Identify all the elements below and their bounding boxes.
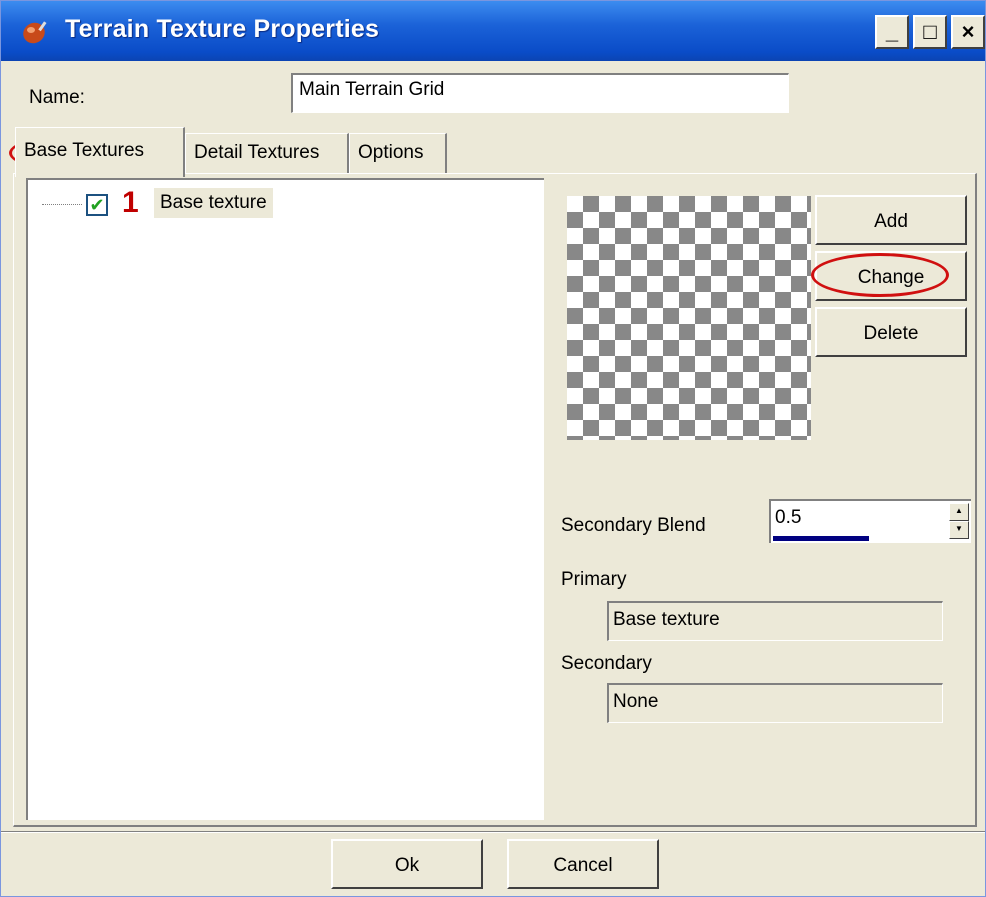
- maximize-icon: □: [923, 19, 937, 44]
- primary-field: Base texture: [607, 601, 943, 641]
- footer-divider: [1, 831, 985, 833]
- window-title: Terrain Texture Properties: [65, 15, 380, 43]
- primary-value: Base texture: [613, 609, 720, 630]
- spin-down-icon[interactable]: ▼: [949, 521, 969, 539]
- delete-button[interactable]: Delete: [815, 307, 967, 357]
- name-input-value: Main Terrain Grid: [299, 79, 445, 100]
- checkerboard-preview: [567, 196, 811, 440]
- tree-item-label[interactable]: Base texture: [154, 188, 273, 218]
- selection-underline: [773, 536, 869, 541]
- add-button[interactable]: Add: [815, 195, 967, 245]
- secondary-blend-value: 0.5: [775, 507, 802, 528]
- spin-buttons: ▲ ▼: [949, 503, 969, 539]
- minimize-button[interactable]: _: [875, 15, 909, 49]
- secondary-blend-label: Secondary Blend: [561, 515, 706, 536]
- dialog-window: Terrain Texture Properties _ □ × Name: M…: [0, 0, 986, 897]
- tab-options-label: Options: [358, 142, 424, 163]
- tab-detail-textures[interactable]: Detail Textures: [185, 133, 349, 173]
- secondary-field: None: [607, 683, 943, 723]
- name-label: Name:: [29, 87, 85, 108]
- close-icon: ×: [961, 19, 975, 44]
- secondary-value: None: [613, 691, 659, 712]
- tab-detail-textures-label: Detail Textures: [194, 142, 320, 163]
- change-button[interactable]: Change: [815, 251, 967, 301]
- maximize-button[interactable]: □: [913, 15, 947, 49]
- title-bar[interactable]: Terrain Texture Properties _ □ ×: [1, 1, 985, 61]
- secondary-label: Secondary: [561, 653, 652, 674]
- checkbox-checked-icon[interactable]: ✔: [86, 194, 108, 216]
- tab-base-textures-label: Base Textures: [24, 140, 145, 161]
- tab-base-textures[interactable]: Base Textures: [15, 127, 185, 177]
- app-icon: [23, 21, 47, 44]
- minimize-icon: _: [885, 19, 899, 44]
- tab-options[interactable]: Options: [349, 133, 447, 173]
- cancel-button[interactable]: Cancel: [507, 839, 659, 889]
- ok-button[interactable]: Ok: [331, 839, 483, 889]
- tree-item-index: 1: [122, 186, 139, 219]
- close-button[interactable]: ×: [951, 15, 985, 49]
- secondary-blend-spinbox[interactable]: 0.5 ▲ ▼: [769, 499, 971, 543]
- tree-connector: [42, 204, 82, 205]
- primary-label: Primary: [561, 569, 627, 590]
- name-input[interactable]: Main Terrain Grid: [291, 73, 789, 113]
- texture-tree[interactable]: ✔ 1 Base texture: [26, 178, 544, 820]
- spin-up-icon[interactable]: ▲: [949, 503, 969, 521]
